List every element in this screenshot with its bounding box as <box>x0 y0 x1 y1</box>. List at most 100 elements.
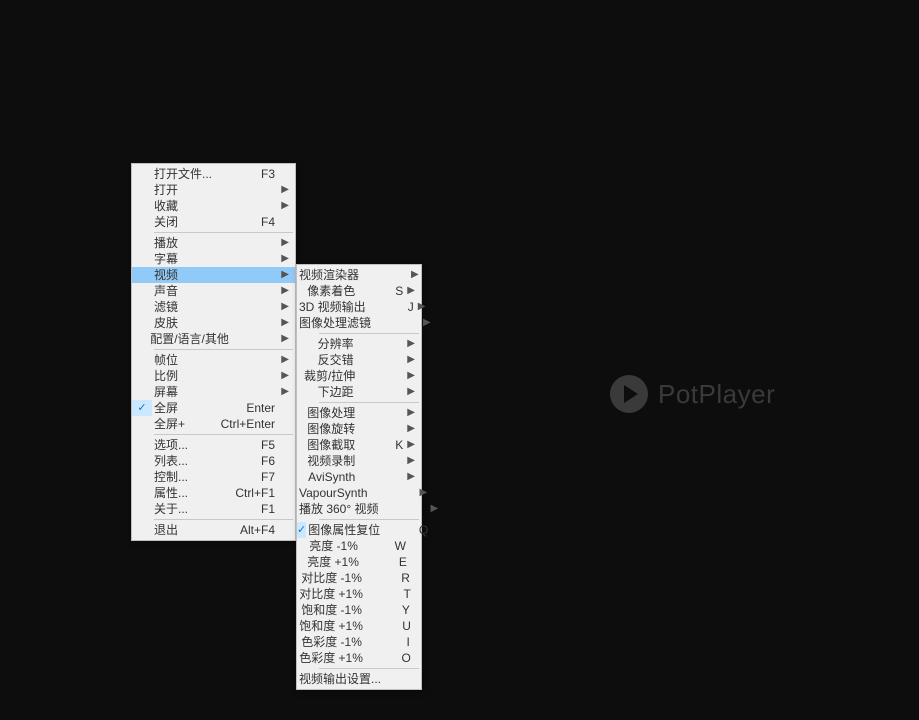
context-menu-main[interactable]: 打开文件...F3打开▶收藏▶关闭F4播放▶字幕▶视频▶声音▶滤镜▶皮肤▶配置/… <box>131 163 296 541</box>
menu-item[interactable]: 亮度 +1%E <box>297 554 421 570</box>
menu-item[interactable]: 关闭F4 <box>132 214 295 230</box>
menu-item[interactable]: 下边距▶ <box>297 384 421 400</box>
menu-item[interactable]: 滤镜▶ <box>132 299 295 315</box>
menu-item[interactable]: VapourSynth▶ <box>297 485 421 501</box>
menu-item[interactable]: 打开▶ <box>132 182 295 198</box>
menu-item-shortcut: Enter <box>227 400 279 416</box>
menu-item[interactable]: 收藏 ▶ <box>132 198 295 214</box>
menu-item[interactable]: 对比度 +1%T <box>297 586 421 602</box>
menu-item[interactable]: 图像属性复位Q <box>297 522 421 538</box>
menu-item-shortcut: F7 <box>227 469 279 485</box>
submenu-arrow-icon: ▶ <box>281 331 291 347</box>
menu-item[interactable]: AviSynth▶ <box>297 469 421 485</box>
menu-item-label: 屏幕 <box>152 384 227 400</box>
submenu-arrow-icon: ▶ <box>431 501 441 517</box>
menu-item[interactable]: 裁剪/拉伸▶ <box>297 368 421 384</box>
menu-item[interactable]: 字幕▶ <box>132 251 295 267</box>
menu-item[interactable]: 视频录制 ▶ <box>297 453 421 469</box>
menu-item-shortcut: J <box>366 299 418 315</box>
menu-item-label: 色彩度 +1% <box>297 650 363 666</box>
menu-item[interactable]: 屏幕 ▶ <box>132 384 295 400</box>
menu-item-label: 图像处理 <box>305 405 355 421</box>
menu-item-label: 色彩度 -1% <box>299 634 362 650</box>
menu-item[interactable]: 属性...Ctrl+F1 <box>132 485 295 501</box>
menu-item[interactable]: 选项...F5 <box>132 437 295 453</box>
menu-item[interactable]: 全屏Enter <box>132 400 295 416</box>
menu-item-label: 选项... <box>152 437 227 453</box>
menu-item[interactable]: 关于...F1 <box>132 501 295 517</box>
menu-item-shortcut: T <box>363 586 415 602</box>
menu-item-label: 裁剪/拉伸 <box>302 368 355 384</box>
menu-item-label: 反交错 <box>316 352 354 368</box>
app-name: PotPlayer <box>658 379 775 410</box>
menu-item-shortcut: Ctrl+F1 <box>227 485 279 501</box>
menu-item-label: 属性... <box>152 485 227 501</box>
menu-item[interactable]: 对比度 -1%R <box>297 570 421 586</box>
menu-item[interactable]: 打开文件...F3 <box>132 166 295 182</box>
menu-item-label: 对比度 -1% <box>299 570 362 586</box>
menu-separator <box>319 668 419 669</box>
menu-item-label: 皮肤 <box>152 315 227 331</box>
menu-item[interactable]: 饱和度 +1%U <box>297 618 421 634</box>
check-icon <box>297 522 306 538</box>
menu-item-label: 像素着色 <box>305 283 355 299</box>
menu-item-label: 图像旋转 <box>305 421 355 437</box>
menu-item[interactable]: 视频输出设置... <box>297 671 421 687</box>
menu-item[interactable]: 皮肤▶ <box>132 315 295 331</box>
menu-item-label: 配置/语言/其他 <box>148 331 229 347</box>
menu-item[interactable]: 退出Alt+F4 <box>132 522 295 538</box>
submenu-arrow-icon: ▶ <box>407 453 417 469</box>
menu-item-label: 分辨率 <box>316 336 354 352</box>
menu-item[interactable]: 分辨率▶ <box>297 336 421 352</box>
submenu-arrow-icon: ▶ <box>406 384 417 400</box>
menu-item[interactable]: 色彩度 -1%I <box>297 634 421 650</box>
menu-item[interactable]: 饱和度 -1%Y <box>297 602 421 618</box>
submenu-arrow-icon: ▶ <box>279 198 291 214</box>
menu-item[interactable]: 视频渲染器▶ <box>297 267 421 283</box>
menu-item[interactable]: 播放 360° 视频▶ <box>297 501 421 517</box>
menu-item-label: 列表... <box>152 453 227 469</box>
menu-item[interactable]: 配置/语言/其他 ▶ <box>132 331 295 347</box>
menu-item[interactable]: 图像截取K▶ <box>297 437 421 453</box>
context-menu-video[interactable]: 视频渲染器▶像素着色S▶3D 视频输出J▶图像处理滤镜▶分辨率▶反交错▶裁剪/拉… <box>296 264 422 690</box>
menu-item-shortcut: F3 <box>227 166 279 182</box>
menu-item-label: 字幕 <box>152 251 227 267</box>
menu-item[interactable]: 全屏+Ctrl+Enter <box>132 416 295 432</box>
menu-item-shortcut: F1 <box>227 501 279 517</box>
menu-item[interactable]: 视频▶ <box>132 267 295 283</box>
menu-item-label: 收藏 <box>152 198 227 214</box>
menu-item[interactable]: 比例▶ <box>132 368 295 384</box>
menu-item-label: 视频录制 <box>305 453 355 469</box>
menu-item[interactable]: 亮度 -1%W <box>297 538 421 554</box>
menu-item-label: 图像处理滤镜 <box>297 315 371 331</box>
menu-item[interactable]: 声音▶ <box>132 283 295 299</box>
menu-separator <box>319 519 419 520</box>
menu-separator <box>319 333 419 334</box>
menu-item-shortcut: F6 <box>227 453 279 469</box>
submenu-arrow-icon: ▶ <box>279 384 291 400</box>
menu-item[interactable]: 图像处理滤镜▶ <box>297 315 421 331</box>
check-icon <box>132 400 152 416</box>
menu-item[interactable]: 色彩度 +1%O <box>297 650 421 666</box>
menu-item-shortcut: F4 <box>227 214 279 230</box>
menu-item[interactable]: 图像处理▶ <box>297 405 421 421</box>
menu-item-label: 视频输出设置... <box>297 671 381 687</box>
menu-item-shortcut: K <box>355 437 407 453</box>
menu-item[interactable]: 3D 视频输出J▶ <box>297 299 421 315</box>
menu-item[interactable]: 图像旋转▶ <box>297 421 421 437</box>
menu-item-label: 比例 <box>152 368 227 384</box>
menu-item-shortcut: F5 <box>227 437 279 453</box>
menu-item[interactable]: 帧位▶ <box>132 352 295 368</box>
menu-item-label: 控制... <box>152 469 227 485</box>
menu-item[interactable]: 控制...F7 <box>132 469 295 485</box>
play-circle-icon <box>610 375 648 413</box>
menu-item-label: 关于... <box>152 501 227 517</box>
menu-item[interactable]: 列表...F6 <box>132 453 295 469</box>
menu-item-label: 声音 <box>152 283 227 299</box>
menu-item-shortcut: W <box>358 538 410 554</box>
menu-item[interactable]: 播放▶ <box>132 235 295 251</box>
menu-item[interactable]: 反交错▶ <box>297 352 421 368</box>
menu-item-shortcut: Alt+F4 <box>227 522 279 538</box>
submenu-arrow-icon: ▶ <box>407 283 417 299</box>
menu-item[interactable]: 像素着色S▶ <box>297 283 421 299</box>
